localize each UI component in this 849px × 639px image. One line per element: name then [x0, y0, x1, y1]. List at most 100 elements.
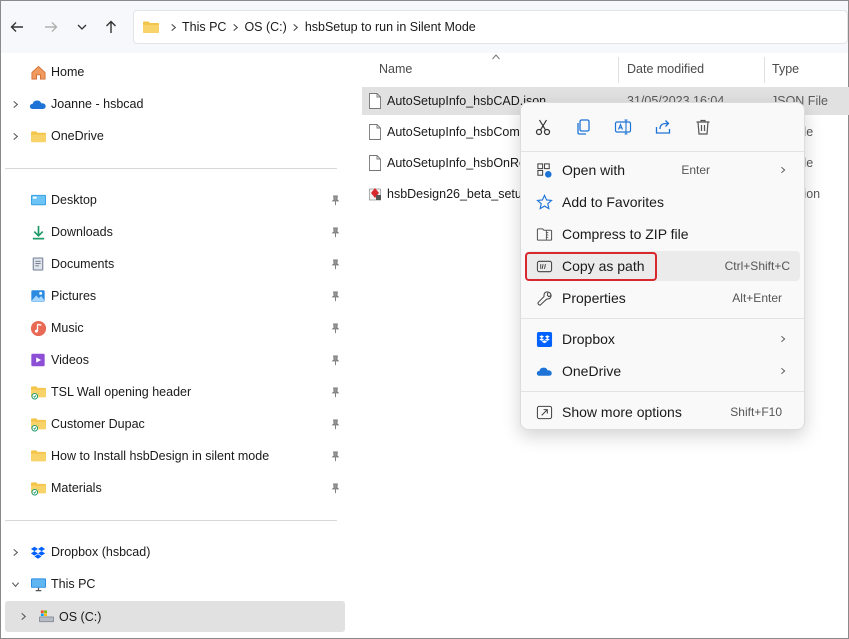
sidebar-item-onedrive[interactable]: OneDrive: [5, 121, 345, 151]
delete-icon: [696, 119, 710, 135]
pin-icon[interactable]: [329, 226, 341, 238]
copy-as-path-item[interactable]: Copy as path Ctrl+Shift+C: [527, 251, 800, 281]
arrow-left-icon: [10, 22, 23, 32]
desktop-icon: [29, 191, 47, 209]
breadcrumb-os-c[interactable]: OS (C:): [244, 20, 286, 34]
pin-icon[interactable]: [329, 386, 341, 398]
sidebar-item-dropbox[interactable]: Dropbox (hsbcad): [5, 537, 345, 567]
pin-icon[interactable]: [329, 290, 341, 302]
file-name: AutoSetupInfo_hsbComp: [387, 125, 527, 139]
chevron-right-icon[interactable]: [9, 98, 21, 110]
cut-icon: [535, 119, 551, 136]
file-name: hsbDesign26_beta_setup.: [387, 187, 533, 201]
sidebar-item-this-pc[interactable]: This PC: [5, 569, 345, 599]
pin-icon[interactable]: [329, 354, 341, 366]
show-more-options-item[interactable]: Show more options Shift+F10: [527, 397, 800, 427]
pin-icon[interactable]: [329, 482, 341, 494]
breadcrumb-this-pc[interactable]: This PC: [182, 20, 226, 34]
sidebar-divider: [5, 520, 337, 521]
onedrive-item[interactable]: OneDrive: [527, 356, 800, 386]
star-icon: [535, 193, 553, 211]
sidebar-item-pictures[interactable]: Pictures: [5, 281, 345, 311]
drive-icon: [37, 608, 55, 626]
file-name: AutoSetupInfo_hsbOnRev: [387, 156, 533, 170]
sidebar-item-desktop[interactable]: Desktop: [5, 185, 345, 215]
sidebar-item-label: Materials: [51, 481, 102, 495]
show-more-icon: [535, 403, 553, 421]
menu-item-shortcut: Enter: [681, 163, 710, 177]
folder-icon: [29, 415, 47, 433]
sidebar-item-label: Downloads: [51, 225, 113, 239]
open-with-item[interactable]: Open with Enter: [527, 155, 800, 185]
sidebar-item-label: Joanne - hsbcad: [51, 97, 144, 111]
back-button[interactable]: [6, 16, 28, 38]
sidebar-item-label: OneDrive: [51, 129, 104, 143]
file-icon: [369, 155, 381, 171]
forward-button[interactable]: [40, 16, 62, 38]
wrench-icon: [535, 289, 553, 307]
installer-icon: [369, 188, 381, 201]
home-icon: [29, 63, 47, 81]
menu-item-label: Compress to ZIP file: [562, 226, 689, 242]
compress-to-zip-item[interactable]: Compress to ZIP file: [527, 219, 800, 249]
sidebar-item-label: Customer Dupac: [51, 417, 145, 431]
column-header-date-modified[interactable]: Date modified: [627, 53, 704, 85]
chevron-right-icon[interactable]: [9, 546, 21, 558]
sidebar-item-tsl-wall-opening-header[interactable]: TSL Wall opening header: [5, 377, 345, 407]
sidebar-item-joanne-hsbcad[interactable]: Joanne - hsbcad: [5, 89, 345, 119]
copy-path-icon: [535, 257, 553, 275]
context-menu: Open with Enter Add to Favorites Compres…: [520, 102, 805, 430]
column-divider[interactable]: [618, 57, 619, 83]
sidebar-item-videos[interactable]: Videos: [5, 345, 345, 375]
share-button[interactable]: [651, 115, 675, 139]
rename-button[interactable]: [611, 115, 635, 139]
sidebar-item-downloads[interactable]: Downloads: [5, 217, 345, 247]
chevron-right-icon[interactable]: [17, 611, 29, 623]
context-menu-toolbar: [521, 103, 804, 151]
menu-item-label: OneDrive: [562, 363, 622, 379]
sidebar-divider: [5, 168, 337, 169]
sidebar-item-home[interactable]: Home: [5, 57, 345, 87]
file-explorer-window: This PC OS (C:) hsbSetup to run in Silen…: [0, 0, 849, 639]
sidebar-item-how-to-install[interactable]: How to Install hsbDesign in silent mode: [5, 441, 345, 471]
properties-item[interactable]: Properties Alt+Enter: [527, 283, 800, 313]
sidebar-item-materials[interactable]: Materials: [5, 473, 345, 503]
sidebar-item-music[interactable]: Music: [5, 313, 345, 343]
up-button[interactable]: [100, 16, 122, 38]
sidebar-item-label: OS (C:): [59, 609, 102, 624]
recent-locations-button[interactable]: [71, 16, 93, 38]
menu-item-label: Open with: [562, 162, 626, 178]
breadcrumb-chevron-icon: [226, 23, 244, 32]
sidebar-item-label: Desktop: [51, 193, 97, 207]
add-to-favorites-item[interactable]: Add to Favorites: [527, 187, 800, 217]
menu-item-label: Copy as path: [562, 258, 645, 274]
column-divider[interactable]: [764, 57, 765, 83]
pin-icon[interactable]: [329, 418, 341, 430]
zip-folder-icon: [535, 225, 553, 243]
pin-icon[interactable]: [329, 322, 341, 334]
sidebar-item-label: Dropbox (hsbcad): [51, 545, 151, 559]
chevron-down-icon[interactable]: [9, 578, 21, 590]
sidebar-item-label: How to Install hsbDesign in silent mode: [51, 449, 270, 463]
address-bar[interactable]: This PC OS (C:) hsbSetup to run in Silen…: [133, 10, 848, 44]
pictures-icon: [29, 287, 47, 305]
sidebar-item-documents[interactable]: Documents: [5, 249, 345, 279]
cut-button[interactable]: [531, 115, 555, 139]
sidebar-item-os-c[interactable]: OS (C:): [5, 601, 345, 632]
copy-button[interactable]: [571, 115, 595, 139]
dropbox-item[interactable]: Dropbox: [527, 324, 800, 354]
menu-item-shortcut: Ctrl+Shift+C: [724, 259, 790, 273]
column-header-type[interactable]: Type: [772, 53, 799, 85]
breadcrumb-current-folder[interactable]: hsbSetup to run in Silent Mode: [305, 20, 476, 34]
delete-button[interactable]: [691, 115, 715, 139]
pin-icon[interactable]: [329, 450, 341, 462]
sidebar-item-customer-dupac[interactable]: Customer Dupac: [5, 409, 345, 439]
column-header-name[interactable]: Name: [379, 53, 412, 85]
chevron-right-icon[interactable]: [9, 130, 21, 142]
dropbox-icon: [29, 543, 47, 561]
file-icon: [369, 124, 381, 140]
pin-icon[interactable]: [329, 194, 341, 206]
pin-icon[interactable]: [329, 258, 341, 270]
file-icon: [369, 93, 381, 109]
arrow-right-icon: [45, 22, 58, 32]
